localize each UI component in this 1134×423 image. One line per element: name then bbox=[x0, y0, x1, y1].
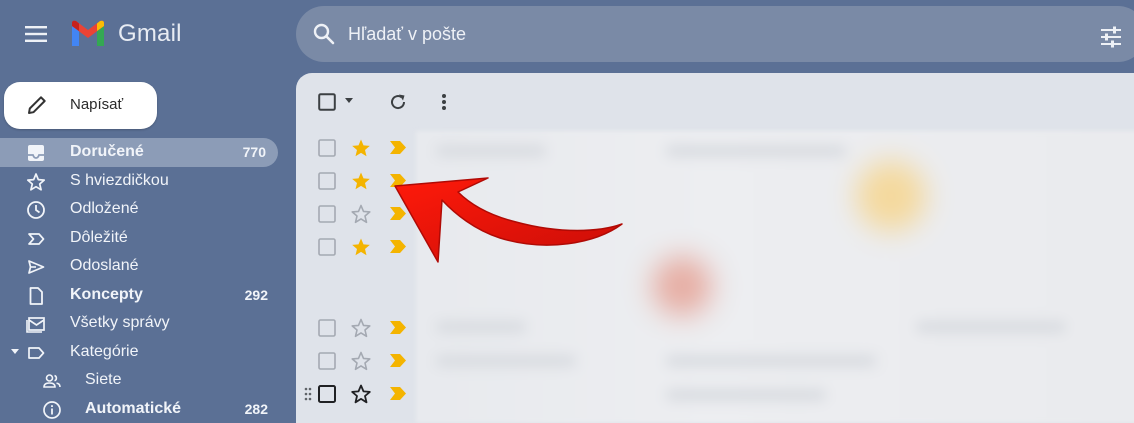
app-name: Gmail bbox=[118, 20, 182, 48]
main-menu-button[interactable] bbox=[18, 16, 54, 52]
draft-icon bbox=[26, 286, 46, 306]
row-spacer bbox=[296, 263, 416, 311]
label-icon bbox=[26, 343, 46, 363]
hamburger-menu-icon bbox=[25, 26, 47, 42]
search-icon[interactable] bbox=[312, 22, 336, 46]
compose-button[interactable]: Napísať bbox=[4, 82, 157, 129]
refresh-icon[interactable] bbox=[388, 92, 408, 112]
message-row[interactable] bbox=[296, 377, 416, 410]
star-outline-icon[interactable] bbox=[351, 204, 371, 224]
message-row[interactable] bbox=[296, 164, 416, 197]
sidebar-item-social[interactable]: Siete bbox=[0, 366, 280, 395]
mail-list-panel bbox=[296, 73, 1134, 423]
sidebar-item-label: Všetky správy bbox=[70, 314, 170, 332]
sidebar-nav: Doručené 770 S hviezdičkou Odložené Dôle… bbox=[0, 138, 280, 423]
important-marker-icon[interactable] bbox=[390, 240, 406, 253]
select-dropdown-icon[interactable] bbox=[344, 97, 354, 105]
info-icon bbox=[42, 400, 62, 420]
sidebar-item-updates[interactable]: Automatické 282 bbox=[0, 395, 280, 423]
row-checkbox[interactable] bbox=[318, 238, 336, 256]
sidebar-item-label: Odložené bbox=[70, 200, 139, 218]
important-marker-icon[interactable] bbox=[390, 141, 406, 154]
star-outline-icon[interactable] bbox=[351, 384, 371, 404]
search-options-icon[interactable] bbox=[1100, 26, 1122, 48]
sidebar-item-important[interactable]: Dôležité bbox=[0, 224, 280, 253]
mail-toolbar bbox=[296, 73, 1134, 129]
important-marker-icon[interactable] bbox=[390, 174, 406, 187]
blurred-message-content bbox=[416, 131, 1134, 423]
sidebar-item-drafts[interactable]: Koncepty 292 bbox=[0, 281, 280, 310]
sidebar-item-snoozed[interactable]: Odložené bbox=[0, 195, 280, 224]
compose-label: Napísať bbox=[70, 96, 123, 113]
important-marker-icon[interactable] bbox=[390, 354, 406, 367]
star-outline-icon[interactable] bbox=[351, 318, 371, 338]
row-checkbox[interactable] bbox=[318, 385, 336, 403]
important-marker-icon[interactable] bbox=[390, 387, 406, 400]
all-mail-icon bbox=[26, 314, 46, 334]
updates-count: 282 bbox=[245, 401, 268, 417]
sidebar-item-label: Kategórie bbox=[70, 343, 139, 361]
clock-icon bbox=[26, 200, 46, 220]
star-outline-icon bbox=[26, 172, 46, 192]
draft-count: 292 bbox=[245, 287, 268, 303]
people-icon bbox=[42, 371, 62, 391]
message-row[interactable] bbox=[296, 131, 416, 164]
sidebar-item-label: Doručené bbox=[70, 143, 144, 161]
sidebar-item-label: Siete bbox=[85, 371, 121, 389]
star-filled-icon[interactable] bbox=[351, 237, 371, 257]
gmail-logo[interactable]: Gmail bbox=[70, 20, 182, 48]
sidebar-item-all-mail[interactable]: Všetky správy bbox=[0, 309, 280, 338]
message-row[interactable] bbox=[296, 197, 416, 230]
inbox-icon bbox=[26, 143, 46, 163]
pencil-icon bbox=[26, 94, 48, 116]
row-checkbox[interactable] bbox=[318, 205, 336, 223]
search-input[interactable]: Hľadať v pošte bbox=[348, 24, 466, 45]
more-options-icon[interactable] bbox=[439, 92, 449, 112]
gmail-m-icon bbox=[70, 20, 106, 48]
important-marker-icon[interactable] bbox=[390, 207, 406, 220]
sidebar-item-label: S hviezdičkou bbox=[70, 172, 169, 190]
message-row[interactable] bbox=[296, 311, 416, 344]
star-filled-icon[interactable] bbox=[351, 138, 371, 158]
sidebar-item-categories[interactable]: Kategórie bbox=[0, 338, 280, 367]
sidebar-item-label: Automatické bbox=[85, 400, 181, 418]
message-row[interactable] bbox=[296, 344, 416, 377]
sidebar-item-starred[interactable]: S hviezdičkou bbox=[0, 167, 280, 196]
select-all-checkbox[interactable] bbox=[318, 93, 336, 111]
send-icon bbox=[26, 257, 46, 277]
sidebar-item-sent[interactable]: Odoslané bbox=[0, 252, 280, 281]
important-outline-icon bbox=[26, 229, 46, 249]
sidebar-item-inbox[interactable]: Doručené 770 bbox=[0, 138, 278, 167]
drag-handle-icon[interactable] bbox=[304, 387, 312, 401]
sidebar-item-label: Odoslané bbox=[70, 257, 139, 275]
message-row[interactable] bbox=[296, 230, 416, 263]
sidebar-item-label: Koncepty bbox=[70, 286, 143, 304]
row-checkbox[interactable] bbox=[318, 352, 336, 370]
sidebar-item-label: Dôležité bbox=[70, 229, 128, 247]
star-outline-icon[interactable] bbox=[351, 351, 371, 371]
star-filled-icon[interactable] bbox=[351, 171, 371, 191]
row-checkbox[interactable] bbox=[318, 139, 336, 157]
row-checkbox[interactable] bbox=[318, 319, 336, 337]
important-marker-icon[interactable] bbox=[390, 321, 406, 334]
caret-down-icon[interactable] bbox=[10, 348, 20, 356]
search-bar[interactable]: Hľadať v pošte bbox=[296, 6, 1134, 62]
row-checkbox[interactable] bbox=[318, 172, 336, 190]
message-rows bbox=[296, 131, 416, 410]
unread-count: 770 bbox=[243, 144, 266, 160]
